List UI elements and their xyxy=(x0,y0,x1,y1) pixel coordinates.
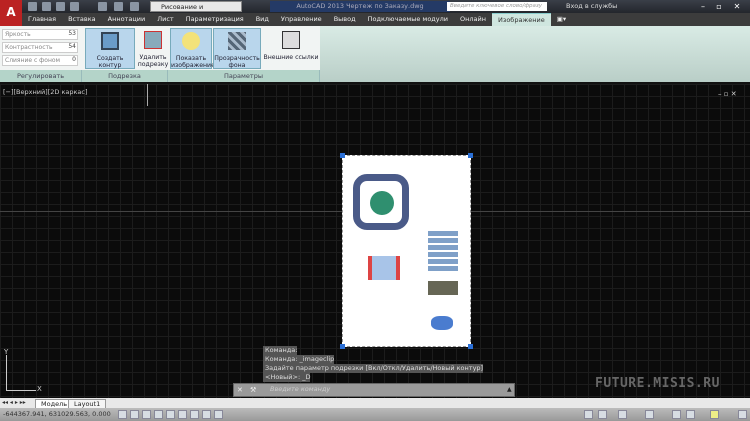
workspace-select[interactable]: Рисование и аннотации xyxy=(150,1,242,22)
tab-image[interactable]: Изображение xyxy=(492,12,551,27)
maximize-icon[interactable]: ▫ xyxy=(712,1,726,12)
remove-clip-button[interactable]: Удалить подрезку xyxy=(137,28,169,69)
print-icon[interactable] xyxy=(98,2,107,11)
save-icon[interactable] xyxy=(56,2,65,11)
lineweight-icon[interactable] xyxy=(214,410,223,419)
history-line: Команда: _imageclip xyxy=(263,355,335,364)
transparency-button[interactable]: Прозрачность фона xyxy=(213,28,261,69)
remove-clip-icon xyxy=(144,31,162,49)
tab-parametric[interactable]: Параметризация xyxy=(180,13,250,26)
ortho-icon[interactable] xyxy=(154,410,163,419)
close-icon[interactable]: ✕ xyxy=(730,1,744,12)
tab-extra-icon[interactable]: ▣▾ xyxy=(551,13,572,26)
annotation-visibility-icon[interactable] xyxy=(645,410,654,419)
dyn-icon[interactable] xyxy=(202,410,211,419)
panel-clip-label: Подрезка xyxy=(82,70,168,82)
isolate-icon[interactable] xyxy=(710,410,719,419)
lightbulb-icon xyxy=(182,32,200,50)
viewport-controls-icon[interactable]: – ▫ ✕ xyxy=(718,90,737,98)
coordinates-readout: -644367.941, 631029.563, 0.000 xyxy=(3,410,111,418)
section-detail xyxy=(368,256,400,280)
panel-options-label: Параметры xyxy=(168,70,320,82)
command-input[interactable]: Введите команду xyxy=(270,385,330,393)
command-history: Команда: Команда: _imageclip Задайте пар… xyxy=(263,346,516,382)
close-icon[interactable]: ✕ xyxy=(237,386,243,394)
create-clip-button[interactable]: Создать контур подрезки xyxy=(85,28,135,76)
photo-render-2 xyxy=(431,316,453,330)
watermark: FUTURE.MISIS.RU xyxy=(595,376,720,391)
grip-handle[interactable] xyxy=(340,153,345,158)
tab-layout[interactable]: Лист xyxy=(151,13,179,26)
redo-icon[interactable] xyxy=(130,2,139,11)
status-bar xyxy=(0,408,750,421)
panel-adjust-label: Регулировать xyxy=(0,70,82,82)
plan-center xyxy=(370,191,394,215)
wrench-icon[interactable]: ⚒ xyxy=(250,386,256,394)
tab-nav-icon[interactable]: ◂◂ ◂ ▸ ▸▸ xyxy=(2,399,26,406)
material-swatches xyxy=(428,231,458,273)
xref-badge-icon xyxy=(282,31,300,49)
raster-image[interactable] xyxy=(342,155,471,347)
lock-icon[interactable] xyxy=(686,410,695,419)
polar-icon[interactable] xyxy=(166,410,175,419)
show-image-button[interactable]: Показать изображение xyxy=(170,28,215,69)
tab-plugins[interactable]: Подключаемые модули xyxy=(362,13,454,26)
search-input[interactable]: Введите ключевое слово/фразу xyxy=(447,2,547,11)
ucs-axis xyxy=(6,390,36,391)
osnap-icon[interactable] xyxy=(178,410,187,419)
open-icon[interactable] xyxy=(42,2,51,11)
ucs-x-label: X xyxy=(37,385,42,393)
undo-icon[interactable] xyxy=(114,2,123,11)
chevron-up-icon[interactable]: ▲ xyxy=(507,386,512,393)
crosshair-v xyxy=(147,84,148,106)
xref-button[interactable]: Внешние ссылки xyxy=(262,28,320,69)
fade-value[interactable]: 0 xyxy=(58,56,76,63)
history-line: Команда: xyxy=(263,346,298,355)
new-icon[interactable] xyxy=(28,2,37,11)
tab-view[interactable]: Вид xyxy=(250,13,275,26)
grip-handle[interactable] xyxy=(468,153,473,158)
layout-icon[interactable] xyxy=(598,410,607,419)
annotation-scale-icon[interactable] xyxy=(618,410,627,419)
tab-online[interactable]: Онлайн xyxy=(454,13,492,26)
otrack-icon[interactable] xyxy=(190,410,199,419)
minimize-icon[interactable]: – xyxy=(696,1,710,12)
tab-insert[interactable]: Вставка xyxy=(62,13,102,26)
tab-output[interactable]: Вывод xyxy=(328,13,362,26)
contrast-value[interactable]: 54 xyxy=(58,43,76,50)
login-button[interactable]: Вход в службы xyxy=(566,1,617,12)
ucs-y-label: Y xyxy=(4,348,9,356)
tab-manage[interactable]: Управление xyxy=(275,13,328,26)
tab-home[interactable]: Главная xyxy=(22,13,62,26)
photo-render xyxy=(428,281,458,295)
save-as-icon[interactable] xyxy=(70,2,79,11)
clip-boundary-icon xyxy=(101,32,119,50)
window-title: AutoCAD 2013 Чертеж по Заказу.dwg xyxy=(270,1,450,12)
viewport-label[interactable]: [−][Верхний][2D каркас] xyxy=(3,88,88,96)
ribbon-tabs: Главная Вставка Аннотации Лист Параметри… xyxy=(22,12,750,27)
brightness-value[interactable]: 53 xyxy=(58,30,76,37)
transparency-icon xyxy=(228,32,246,50)
ucs-icon xyxy=(6,355,7,391)
fullscreen-icon[interactable] xyxy=(738,410,747,419)
tab-annotate[interactable]: Аннотации xyxy=(102,13,152,26)
layout-tabs-bar xyxy=(0,398,750,408)
history-line: <Новый>: _D xyxy=(263,373,311,382)
model-icon[interactable] xyxy=(584,410,593,419)
snap-icon[interactable] xyxy=(130,410,139,419)
grid-icon[interactable] xyxy=(142,410,151,419)
infer-icon[interactable] xyxy=(118,410,127,419)
app-logo[interactable]: A xyxy=(0,0,22,26)
history-line: Задайте параметр подрезки [Вкл/Откл/Удал… xyxy=(263,364,484,373)
workspace-switch-icon[interactable] xyxy=(672,410,681,419)
